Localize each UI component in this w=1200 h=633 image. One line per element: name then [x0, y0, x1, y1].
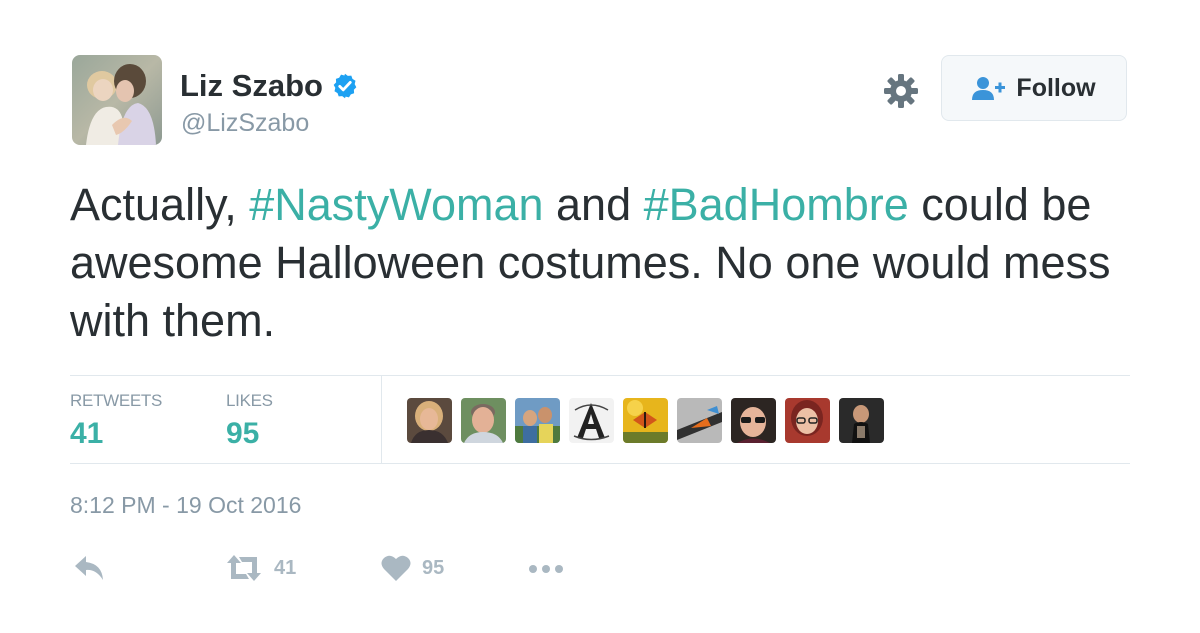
display-name-text[interactable]: Liz Szabo [180, 68, 323, 104]
liker-avatar[interactable] [731, 398, 776, 443]
tweet-text: Actually, #NastyWoman and #BadHombre cou… [70, 176, 1150, 350]
tweet-timestamp[interactable]: 8:12 PM - 19 Oct 2016 [70, 492, 301, 519]
hashtag-badhombre[interactable]: #BadHombre [644, 179, 909, 230]
stats-top-divider [70, 375, 1130, 376]
liker-avatar[interactable] [623, 398, 668, 443]
liker-avatars [407, 398, 884, 443]
stats-bottom-divider [70, 463, 1130, 464]
liker-avatar[interactable] [569, 398, 614, 443]
tweet-text-before: Actually, [70, 179, 250, 230]
liker-avatar[interactable] [407, 398, 452, 443]
follow-button-label: Follow [1016, 73, 1096, 102]
more-icon [529, 565, 563, 573]
gear-icon[interactable] [882, 72, 920, 110]
reply-button[interactable] [72, 550, 108, 586]
likes-label: LIKES [226, 391, 273, 410]
follow-button[interactable]: Follow [941, 55, 1127, 121]
tweet-text-middle: and [543, 179, 644, 230]
display-name[interactable]: Liz Szabo [180, 68, 359, 104]
retweets-count[interactable]: 41 [70, 417, 103, 451]
stats-vertical-divider [381, 376, 382, 463]
like-action-count: 95 [422, 556, 445, 579]
liker-avatar[interactable] [785, 398, 830, 443]
likes-count[interactable]: 95 [226, 417, 259, 451]
reply-icon [75, 556, 103, 580]
user-handle[interactable]: @LizSzabo [181, 109, 309, 138]
verified-badge-icon [333, 73, 357, 99]
heart-icon [381, 555, 411, 581]
retweets-label: RETWEETS [70, 391, 163, 410]
retweet-action-count: 41 [274, 556, 297, 579]
like-button[interactable]: 95 [380, 550, 444, 586]
hashtag-nastywoman[interactable]: #NastyWoman [249, 179, 543, 230]
liker-avatar[interactable] [839, 398, 884, 443]
retweet-button[interactable]: 41 [224, 550, 296, 586]
retweet-icon [227, 555, 261, 581]
liker-avatar[interactable] [515, 398, 560, 443]
profile-avatar[interactable] [72, 55, 162, 145]
liker-avatar[interactable] [461, 398, 506, 443]
liker-avatar[interactable] [677, 398, 722, 443]
more-button[interactable] [527, 550, 565, 586]
follow-user-icon [972, 77, 1006, 100]
